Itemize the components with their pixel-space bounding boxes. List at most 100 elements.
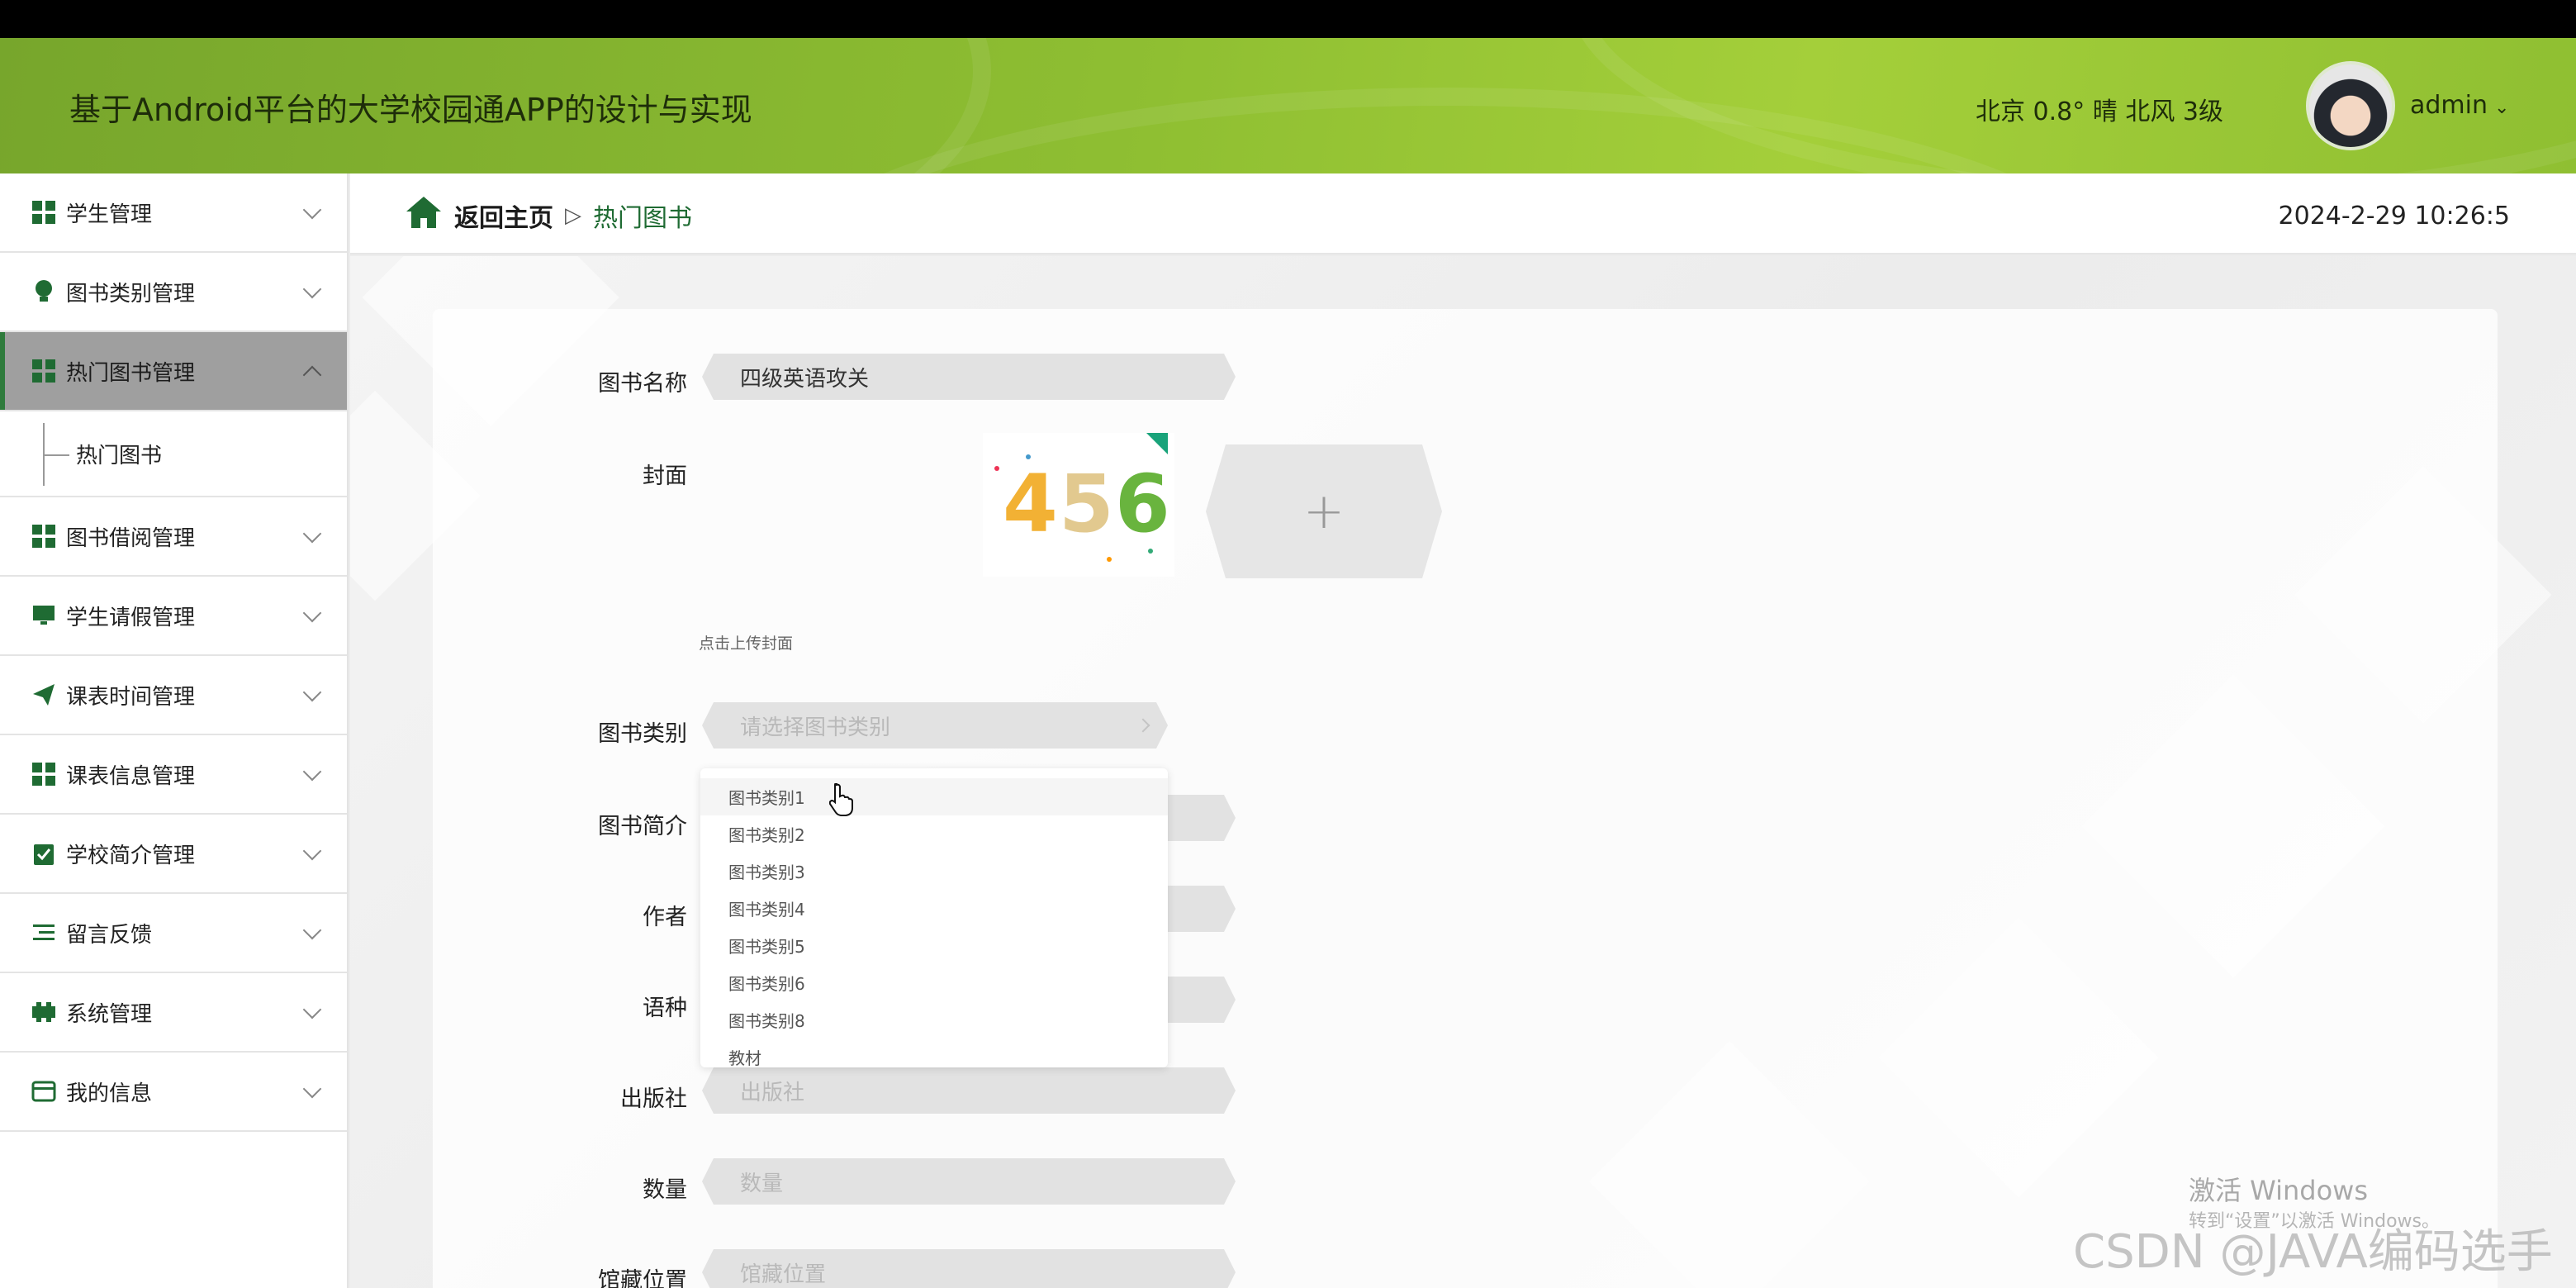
book-name-input[interactable]: 四级英语攻关 <box>702 354 1236 400</box>
content-area <box>350 256 2576 1288</box>
book-name-label: 图书名称 <box>598 371 687 397</box>
sidebar-item-label: 图书借阅管理 <box>66 525 196 551</box>
weather-info: 北京 0.8° 晴 北风 3级 <box>1976 97 2223 126</box>
intro-label: 图书简介 <box>598 814 687 839</box>
sidebar-subitem-hot-books[interactable]: 热门图书 <box>0 411 347 497</box>
sidebar-item-schedule-info-management[interactable]: 课表信息管理 <box>0 735 347 815</box>
sidebar-item-hot-book-management[interactable]: 热门图书管理 <box>0 332 347 411</box>
upload-cover-button[interactable]: + <box>1206 444 1442 578</box>
quantity-input[interactable]: 数量 <box>702 1158 1236 1205</box>
home-icon[interactable] <box>405 195 443 236</box>
confetti-dot <box>1148 549 1153 554</box>
chevron-right-icon <box>1136 719 1150 733</box>
sidebar-item-label: 课表信息管理 <box>66 763 196 789</box>
sidebar-item-label: 我的信息 <box>66 1081 153 1106</box>
window-top-bar <box>0 0 2576 38</box>
ribbon-icon <box>1146 433 1168 454</box>
sidebar-item-student-leave-management[interactable]: 学生请假管理 <box>0 577 347 656</box>
cover-image[interactable]: 4 5 6 <box>983 433 1174 577</box>
sidebar-item-my-info[interactable]: 我的信息 <box>0 1053 347 1132</box>
breadcrumb-home-link[interactable]: 返回主页 <box>454 197 553 234</box>
clipboard-check-icon <box>31 841 56 866</box>
app-header: 基于Android平台的大学校园通APP的设计与实现 北京 0.8° 晴 北风 … <box>0 38 2576 173</box>
list-icon <box>31 920 56 945</box>
sidebar-subitem-label: 热门图书 <box>76 443 163 468</box>
sidebar-item-label: 留言反馈 <box>66 922 153 948</box>
dropdown-option[interactable]: 图书类别6 <box>700 964 1168 1001</box>
category-select[interactable]: 请选择图书类别 <box>702 702 1168 749</box>
dropdown-option[interactable]: 图书类别5 <box>700 927 1168 964</box>
dropdown-option[interactable]: 教材 <box>700 1038 1168 1076</box>
cover-digit: 6 <box>1115 458 1170 550</box>
breadcrumb-bar: 返回主页 ▷ 热门图书 2024-2-29 10:26:5 <box>350 173 2576 254</box>
breadcrumb: 返回主页 ▷ 热门图书 <box>405 195 692 236</box>
app-title: 基于Android平台的大学校园通APP的设计与实现 <box>69 92 752 128</box>
chevron-down-icon <box>302 1079 322 1099</box>
current-datetime: 2024-2-29 10:26:5 <box>2278 202 2510 231</box>
chevron-down-icon <box>302 1000 322 1019</box>
confetti-dot <box>1026 454 1031 459</box>
paper-plane-icon <box>31 682 56 707</box>
sidebar-item-label: 系统管理 <box>66 1001 153 1027</box>
csdn-watermark: CSDN @JAVA编码选手 <box>2073 1225 2553 1279</box>
breadcrumb-current: 热门图书 <box>593 204 692 233</box>
category-placeholder: 请选择图书类别 <box>740 715 891 740</box>
sidebar-item-student-management[interactable]: 学生管理 <box>0 173 347 253</box>
sidebar-item-label: 学生请假管理 <box>66 605 196 630</box>
card-icon <box>31 1079 56 1104</box>
chevron-down-icon <box>302 682 322 702</box>
cover-label: 封面 <box>643 463 687 489</box>
sidebar-item-book-borrow-management[interactable]: 图书借阅管理 <box>0 497 347 577</box>
sidebar-item-label: 图书类别管理 <box>66 281 196 307</box>
dropdown-option[interactable]: 图书类别3 <box>700 853 1168 890</box>
sidebar-item-book-category-management[interactable]: 图书类别管理 <box>0 253 347 332</box>
sidebar-item-feedback[interactable]: 留言反馈 <box>0 894 347 973</box>
grid-icon <box>31 524 56 549</box>
lightbulb-icon <box>31 279 56 304</box>
chevron-down-icon: ⌄ <box>2494 97 2510 118</box>
user-menu[interactable]: admin ⌄ <box>2410 91 2509 120</box>
tool-icon <box>31 1000 56 1024</box>
publisher-label: 出版社 <box>620 1086 687 1112</box>
dropdown-option[interactable]: 图书类别4 <box>700 890 1168 927</box>
sidebar-item-label: 热门图书管理 <box>66 360 196 386</box>
dropdown-option[interactable]: 图书类别1 <box>700 778 1168 815</box>
breadcrumb-separator: ▷ <box>565 203 581 228</box>
location-label: 馆藏位置 <box>598 1268 687 1288</box>
chevron-down-icon <box>302 279 322 299</box>
category-label: 图书类别 <box>598 721 687 747</box>
sidebar-item-schedule-time-management[interactable]: 课表时间管理 <box>0 656 347 735</box>
confetti-dot <box>994 466 999 471</box>
grid-icon <box>31 762 56 787</box>
sidebar-item-school-intro-management[interactable]: 学校简介管理 <box>0 815 347 894</box>
sidebar-item-label: 课表时间管理 <box>66 684 196 710</box>
tree-line <box>43 454 69 456</box>
sidebar-item-system-management[interactable]: 系统管理 <box>0 973 347 1053</box>
sidebar-item-label: 学校简介管理 <box>66 843 196 868</box>
chevron-up-icon <box>302 365 322 385</box>
quantity-label: 数量 <box>643 1177 687 1203</box>
chevron-down-icon <box>302 603 322 623</box>
sidebar-item-label: 学生管理 <box>66 202 153 227</box>
grid-icon <box>31 200 56 225</box>
chevron-down-icon <box>302 524 322 544</box>
author-label: 作者 <box>643 905 687 930</box>
cover-digit: 5 <box>1059 458 1114 550</box>
hand-cursor-icon <box>829 783 853 816</box>
user-avatar[interactable] <box>2306 61 2395 150</box>
windows-activation-title: 激活 Windows <box>2189 1175 2369 1206</box>
location-input[interactable]: 馆藏位置 <box>702 1249 1236 1288</box>
dropdown-option[interactable]: 图书类别8 <box>700 1001 1168 1038</box>
monitor-icon <box>31 603 56 628</box>
cover-digit: 4 <box>1003 458 1058 550</box>
language-label: 语种 <box>643 996 687 1021</box>
chevron-down-icon <box>302 841 322 861</box>
chevron-down-icon <box>302 920 322 940</box>
confetti-dot <box>1107 557 1112 562</box>
category-dropdown: 图书类别1 图书类别2 图书类别3 图书类别4 图书类别5 图书类别6 图书类别… <box>700 768 1168 1068</box>
dropdown-option[interactable]: 图书类别2 <box>700 815 1168 853</box>
chevron-down-icon <box>302 200 322 220</box>
chevron-down-icon <box>302 762 322 782</box>
plus-icon: + <box>1302 482 1345 540</box>
username: admin <box>2410 91 2488 120</box>
